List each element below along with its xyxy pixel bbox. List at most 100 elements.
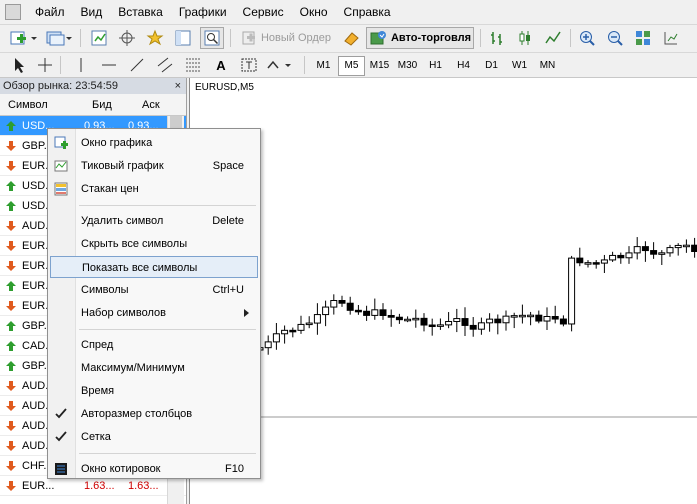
context-menu-item[interactable]: Скрыть все символы (50, 233, 258, 255)
fibonacci-tool-button[interactable] (182, 54, 204, 76)
menu-file[interactable]: Файл (27, 0, 73, 24)
toolbar-separator (60, 56, 61, 74)
context-menu-item-label: Авторазмер столбцов (81, 408, 193, 420)
profiles-button[interactable] (44, 27, 74, 49)
new-chart-button[interactable] (8, 27, 40, 49)
text-tool-label: A (216, 57, 226, 73)
arrows-icon (267, 60, 291, 69)
zoom-in-button[interactable] (576, 27, 598, 49)
context-menu-item[interactable]: Показать все символы (50, 256, 258, 278)
price-up-arrow-icon (6, 201, 16, 211)
trendline-tool-button[interactable] (126, 54, 148, 76)
toolbar-separator (304, 56, 305, 74)
metaeditor-button[interactable] (340, 27, 362, 49)
context-menu-item[interactable]: Авторазмер столбцов (50, 403, 258, 425)
candle (666, 244, 674, 257)
column-header-ask[interactable]: Аск (136, 94, 176, 115)
context-menu-item[interactable]: Сетка (50, 426, 258, 448)
new-order-button[interactable]: Новый Ордер (236, 27, 336, 49)
menu-separator (79, 453, 256, 454)
chart-shift-button[interactable] (660, 27, 682, 49)
text-label-tool-button[interactable] (238, 54, 260, 76)
menu-window[interactable]: Окно (292, 0, 336, 24)
crosshair-tool-button[interactable] (34, 54, 56, 76)
price-up-arrow-icon (6, 181, 16, 191)
autotrading-button[interactable]: Авто-торговля (366, 27, 474, 49)
data-window-button[interactable] (116, 27, 138, 49)
app-document-icon[interactable] (5, 4, 21, 20)
column-header-bid[interactable]: Бид (84, 94, 136, 115)
menu-tools[interactable]: Сервис (235, 0, 292, 24)
candlestick-chart-button[interactable] (514, 27, 536, 49)
candle (609, 251, 617, 262)
price-down-arrow-icon (6, 161, 16, 171)
timeframe-m1[interactable]: M1 (310, 56, 337, 76)
crosshair-target-icon (119, 30, 135, 46)
equidistant-channel-button[interactable] (154, 54, 176, 76)
navigator-button[interactable] (144, 27, 166, 49)
price-down-arrow-icon (6, 301, 16, 311)
vertical-line-tool-button[interactable] (70, 54, 92, 76)
line-chart-icon (545, 31, 561, 44)
timeframe-h4[interactable]: H4 (450, 56, 477, 76)
candle (428, 318, 436, 336)
context-menu-item-label: Окно графика (81, 137, 153, 149)
close-icon[interactable]: × (175, 78, 181, 94)
context-menu-item[interactable]: Окно котировок F10 (50, 458, 258, 480)
menu-insert[interactable]: Вставка (110, 0, 171, 24)
arrows-dropdown-button[interactable] (264, 54, 296, 76)
candle (617, 252, 625, 264)
menu-help[interactable]: Справка (336, 0, 399, 24)
new-chart-icon (10, 31, 37, 45)
cursor-arrow-icon (15, 58, 24, 73)
text-label-icon (241, 58, 257, 72)
text-tool-button[interactable]: A (210, 54, 232, 76)
timeframe-m15[interactable]: M15 (366, 56, 393, 76)
bar-chart-icon (491, 32, 502, 45)
chart-window[interactable]: EURUSD,M5 (189, 78, 697, 504)
submenu-arrow-icon (244, 309, 249, 317)
candle (445, 312, 453, 329)
price-up-arrow-icon (6, 361, 16, 371)
price-up-arrow-icon (6, 341, 16, 351)
timeframe-m5[interactable]: M5 (338, 56, 365, 76)
context-menu-item[interactable]: Максимум/Минимум (50, 357, 258, 379)
context-menu-item[interactable]: Удалить символ Delete (50, 210, 258, 232)
chart-shift-icon (664, 32, 678, 45)
context-menu-item[interactable]: Стакан цен (50, 178, 258, 200)
context-menu-item[interactable]: Окно графика (50, 132, 258, 154)
candle (461, 307, 469, 337)
context-menu-item[interactable]: Набор символов (50, 302, 258, 324)
candle (576, 247, 584, 267)
candle (691, 237, 697, 258)
candle (543, 307, 551, 331)
candle (674, 243, 682, 256)
bar-chart-button[interactable] (486, 27, 508, 49)
zoom-out-button[interactable] (604, 27, 626, 49)
price-down-arrow-icon (6, 381, 16, 391)
tile-windows-button[interactable] (632, 27, 654, 49)
context-menu-item[interactable]: Время (50, 380, 258, 402)
menu-charts[interactable]: Графики (171, 0, 235, 24)
price-down-arrow-icon (6, 421, 16, 431)
context-menu-item[interactable]: Символы Ctrl+U (50, 279, 258, 301)
timeframe-m30[interactable]: M30 (394, 56, 421, 76)
context-menu-item[interactable]: Тиковый график Space (50, 155, 258, 177)
cursor-tool-button[interactable] (8, 54, 30, 76)
strategy-tester-button[interactable] (200, 27, 224, 49)
line-chart-button[interactable] (542, 27, 564, 49)
timeframe-mn[interactable]: MN (534, 56, 561, 76)
timeframe-d1[interactable]: D1 (478, 56, 505, 76)
price-down-arrow-icon (6, 241, 16, 251)
menu-view[interactable]: Вид (73, 0, 111, 24)
column-header-symbol[interactable]: Символ (0, 94, 84, 115)
terminal-button[interactable] (172, 27, 194, 49)
candle (551, 305, 559, 324)
market-watch-toggle-button[interactable] (88, 27, 110, 49)
timeframe-w1[interactable]: W1 (506, 56, 533, 76)
context-menu-item[interactable]: Спред (50, 334, 258, 356)
candlestick-icon (519, 31, 530, 45)
timeframe-h1[interactable]: H1 (422, 56, 449, 76)
horizontal-line-tool-button[interactable] (98, 54, 120, 76)
toolbar-separator (570, 29, 571, 47)
